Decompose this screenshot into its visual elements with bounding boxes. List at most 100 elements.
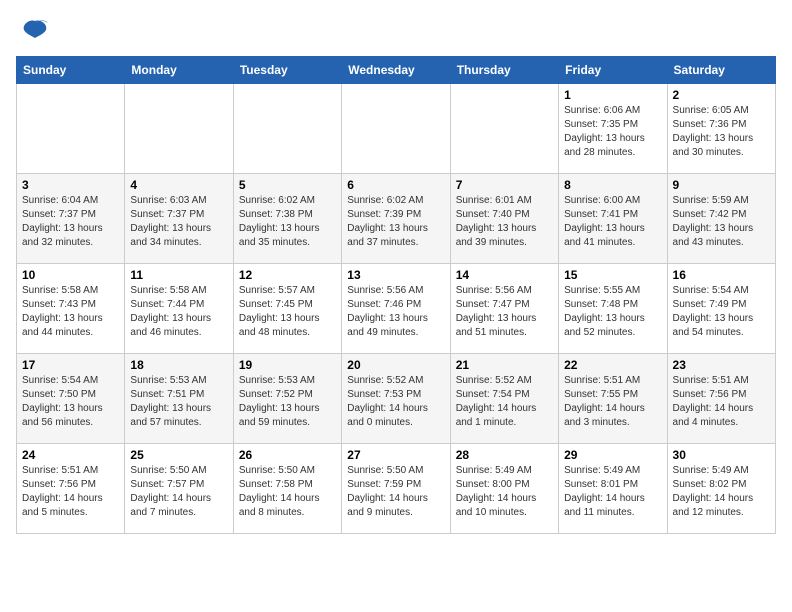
calendar-cell [450,84,558,174]
day-number: 18 [130,358,227,372]
day-detail: Sunrise: 5:51 AM Sunset: 7:56 PM Dayligh… [673,374,770,430]
day-number: 30 [673,448,770,462]
calendar-cell: 20 Sunrise: 5:52 AM Sunset: 7:53 PM Dayli… [342,354,450,444]
calendar-cell: 30 Sunrise: 5:49 AM Sunset: 8:02 PM Dayli… [667,444,775,534]
day-detail: Sunrise: 5:51 AM Sunset: 7:55 PM Dayligh… [564,374,661,430]
calendar-cell: 3 Sunrise: 6:04 AM Sunset: 7:37 PM Daylig… [17,174,125,264]
day-number: 11 [130,268,227,282]
day-detail: Sunrise: 5:53 AM Sunset: 7:52 PM Dayligh… [239,374,336,430]
day-number: 8 [564,178,661,192]
logo [16,16,50,46]
day-number: 23 [673,358,770,372]
calendar-cell: 22 Sunrise: 5:51 AM Sunset: 7:55 PM Dayli… [559,354,667,444]
day-number: 20 [347,358,444,372]
calendar-week-row: 10Sunrise: 5:58 AM Sunset: 7:43 PM Dayli… [17,264,776,354]
day-number: 6 [347,178,444,192]
day-number: 2 [673,88,770,102]
day-detail: Sunrise: 5:56 AM Sunset: 7:46 PM Dayligh… [347,284,444,340]
day-detail: Sunrise: 5:55 AM Sunset: 7:48 PM Dayligh… [564,284,661,340]
calendar-cell: 5 Sunrise: 6:02 AM Sunset: 7:38 PM Daylig… [233,174,341,264]
calendar-week-row: 17 Sunrise: 5:54 AM Sunset: 7:50 PM Dayli… [17,354,776,444]
calendar-cell: 21 Sunrise: 5:52 AM Sunset: 7:54 PM Dayli… [450,354,558,444]
weekday-header-sunday: Sunday [17,57,125,84]
logo-bird-icon [20,16,50,46]
calendar-cell [342,84,450,174]
day-number: 14 [456,268,553,282]
weekday-header-thursday: Thursday [450,57,558,84]
calendar-cell: 13 Sunrise: 5:56 AM Sunset: 7:46 PM Dayli… [342,264,450,354]
day-detail: Sunrise: 5:59 AM Sunset: 7:42 PM Dayligh… [673,194,770,250]
day-number: 24 [22,448,119,462]
calendar-cell: 28Sunrise: 5:49 AM Sunset: 8:00 PM Dayli… [450,444,558,534]
day-detail: Sunrise: 5:50 AM Sunset: 7:58 PM Dayligh… [239,464,336,520]
day-detail: Sunrise: 5:53 AM Sunset: 7:51 PM Dayligh… [130,374,227,430]
calendar-cell: 4 Sunrise: 6:03 AM Sunset: 7:37 PM Daylig… [125,174,233,264]
day-number: 13 [347,268,444,282]
day-detail: Sunrise: 6:04 AM Sunset: 7:37 PM Dayligh… [22,194,119,250]
day-detail: Sunrise: 5:57 AM Sunset: 7:45 PM Dayligh… [239,284,336,340]
calendar-cell: 1Sunrise: 6:06 AM Sunset: 7:35 PM Daylig… [559,84,667,174]
calendar-cell [17,84,125,174]
calendar-cell: 23 Sunrise: 5:51 AM Sunset: 7:56 PM Dayli… [667,354,775,444]
calendar-cell: 8 Sunrise: 6:00 AM Sunset: 7:41 PM Daylig… [559,174,667,264]
day-number: 3 [22,178,119,192]
weekday-header-monday: Monday [125,57,233,84]
day-number: 21 [456,358,553,372]
calendar-cell: 26 Sunrise: 5:50 AM Sunset: 7:58 PM Dayli… [233,444,341,534]
calendar-week-row: 1Sunrise: 6:06 AM Sunset: 7:35 PM Daylig… [17,84,776,174]
day-number: 17 [22,358,119,372]
calendar-cell: 11 Sunrise: 5:58 AM Sunset: 7:44 PM Dayli… [125,264,233,354]
calendar-cell: 9 Sunrise: 5:59 AM Sunset: 7:42 PM Daylig… [667,174,775,264]
day-detail: Sunrise: 5:50 AM Sunset: 7:57 PM Dayligh… [130,464,227,520]
day-detail: Sunrise: 5:50 AM Sunset: 7:59 PM Dayligh… [347,464,444,520]
day-detail: Sunrise: 6:02 AM Sunset: 7:38 PM Dayligh… [239,194,336,250]
weekday-header-tuesday: Tuesday [233,57,341,84]
day-number: 7 [456,178,553,192]
day-detail: Sunrise: 6:05 AM Sunset: 7:36 PM Dayligh… [673,104,770,160]
day-number: 16 [673,268,770,282]
calendar-cell: 7 Sunrise: 6:01 AM Sunset: 7:40 PM Daylig… [450,174,558,264]
calendar-cell: 10Sunrise: 5:58 AM Sunset: 7:43 PM Dayli… [17,264,125,354]
day-detail: Sunrise: 5:49 AM Sunset: 8:02 PM Dayligh… [673,464,770,520]
calendar-cell: 19Sunrise: 5:53 AM Sunset: 7:52 PM Dayli… [233,354,341,444]
page-header [16,16,776,46]
day-number: 4 [130,178,227,192]
day-detail: Sunrise: 5:52 AM Sunset: 7:53 PM Dayligh… [347,374,444,430]
day-number: 28 [456,448,553,462]
day-number: 9 [673,178,770,192]
day-detail: Sunrise: 5:54 AM Sunset: 7:49 PM Dayligh… [673,284,770,340]
day-number: 26 [239,448,336,462]
day-detail: Sunrise: 5:51 AM Sunset: 7:56 PM Dayligh… [22,464,119,520]
day-detail: Sunrise: 6:03 AM Sunset: 7:37 PM Dayligh… [130,194,227,250]
day-detail: Sunrise: 5:52 AM Sunset: 7:54 PM Dayligh… [456,374,553,430]
calendar-cell: 15 Sunrise: 5:55 AM Sunset: 7:48 PM Dayli… [559,264,667,354]
day-number: 25 [130,448,227,462]
day-number: 15 [564,268,661,282]
day-detail: Sunrise: 6:01 AM Sunset: 7:40 PM Dayligh… [456,194,553,250]
calendar-cell: 2 Sunrise: 6:05 AM Sunset: 7:36 PM Daylig… [667,84,775,174]
day-number: 29 [564,448,661,462]
day-detail: Sunrise: 6:06 AM Sunset: 7:35 PM Dayligh… [564,104,661,160]
calendar-cell: 17 Sunrise: 5:54 AM Sunset: 7:50 PM Dayli… [17,354,125,444]
day-number: 27 [347,448,444,462]
day-detail: Sunrise: 6:00 AM Sunset: 7:41 PM Dayligh… [564,194,661,250]
calendar-table: SundayMondayTuesdayWednesdayThursdayFrid… [16,56,776,534]
calendar-cell: 14Sunrise: 5:56 AM Sunset: 7:47 PM Dayli… [450,264,558,354]
day-number: 22 [564,358,661,372]
day-number: 5 [239,178,336,192]
day-number: 10 [22,268,119,282]
calendar-week-row: 3 Sunrise: 6:04 AM Sunset: 7:37 PM Daylig… [17,174,776,264]
day-detail: Sunrise: 6:02 AM Sunset: 7:39 PM Dayligh… [347,194,444,250]
calendar-cell: 18 Sunrise: 5:53 AM Sunset: 7:51 PM Dayli… [125,354,233,444]
day-detail: Sunrise: 5:58 AM Sunset: 7:44 PM Dayligh… [130,284,227,340]
calendar-cell: 16 Sunrise: 5:54 AM Sunset: 7:49 PM Dayli… [667,264,775,354]
day-number: 12 [239,268,336,282]
calendar-cell: 27 Sunrise: 5:50 AM Sunset: 7:59 PM Dayli… [342,444,450,534]
calendar-cell [125,84,233,174]
calendar-week-row: 24 Sunrise: 5:51 AM Sunset: 7:56 PM Dayli… [17,444,776,534]
calendar-cell [233,84,341,174]
day-detail: Sunrise: 5:49 AM Sunset: 8:01 PM Dayligh… [564,464,661,520]
calendar-cell: 29 Sunrise: 5:49 AM Sunset: 8:01 PM Dayli… [559,444,667,534]
day-detail: Sunrise: 5:54 AM Sunset: 7:50 PM Dayligh… [22,374,119,430]
weekday-header-saturday: Saturday [667,57,775,84]
